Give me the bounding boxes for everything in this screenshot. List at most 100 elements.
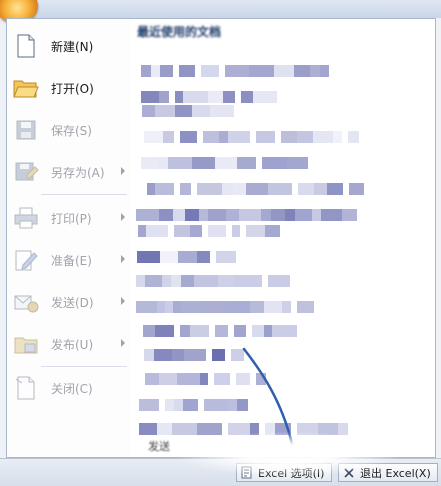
menu-item-print[interactable]: 打印(P) bbox=[9, 199, 129, 237]
mosaic-block bbox=[159, 373, 177, 385]
mosaic-block bbox=[139, 399, 159, 411]
mosaic-block bbox=[143, 325, 155, 337]
mosaic-block bbox=[215, 157, 237, 169]
prepare-pen-icon bbox=[11, 245, 41, 275]
mosaic-block bbox=[237, 157, 256, 169]
menu-item-publish[interactable]: 发布(U) bbox=[9, 325, 129, 363]
mosaic-block bbox=[236, 373, 250, 385]
mosaic-block bbox=[192, 157, 215, 169]
menu-item-close[interactable]: 关闭(C) bbox=[9, 369, 129, 407]
mosaic-block bbox=[137, 251, 160, 263]
mosaic-block bbox=[297, 131, 313, 143]
mosaic-block bbox=[250, 423, 259, 435]
mosaic-block bbox=[262, 157, 287, 169]
options-document-icon bbox=[240, 466, 254, 480]
mosaic-block bbox=[321, 209, 342, 221]
mosaic-block bbox=[232, 225, 240, 237]
mosaic-block bbox=[180, 325, 190, 337]
mosaic-block bbox=[314, 183, 327, 195]
mosaic-block bbox=[173, 209, 185, 221]
mosaic-block bbox=[226, 301, 250, 313]
mosaic-block bbox=[271, 209, 285, 221]
mosaic-block bbox=[154, 349, 172, 361]
menu-footer: Excel 选项(I) 退出 Excel(X) bbox=[0, 458, 441, 486]
mosaic-block bbox=[268, 183, 292, 195]
mosaic-block bbox=[234, 325, 246, 337]
send-icon bbox=[11, 287, 41, 317]
mosaic-block bbox=[139, 423, 157, 435]
mosaic-block bbox=[138, 225, 146, 237]
mosaic-block bbox=[268, 275, 290, 287]
mosaic-block bbox=[175, 105, 183, 117]
mosaic-block bbox=[141, 157, 158, 169]
mosaic-block bbox=[142, 105, 155, 117]
mosaic-block bbox=[204, 399, 228, 411]
mosaic-block bbox=[219, 131, 228, 143]
mosaic-block bbox=[320, 65, 329, 77]
mosaic-block bbox=[183, 105, 192, 117]
mosaic-block bbox=[338, 423, 348, 435]
exit-icon bbox=[342, 466, 356, 480]
recent-documents-title: 最近使用的文档 bbox=[137, 25, 222, 39]
mosaic-block bbox=[183, 91, 208, 103]
mosaic-block bbox=[281, 131, 297, 143]
mosaic-block bbox=[155, 105, 175, 117]
menu-item-prepare[interactable]: 准备(E) bbox=[9, 241, 129, 279]
mosaic-block bbox=[246, 225, 265, 237]
menu-separator bbox=[41, 194, 127, 195]
menu-item-send[interactable]: 发送(D) bbox=[9, 283, 129, 321]
mosaic-block bbox=[225, 65, 249, 77]
submenu-arrow-icon bbox=[121, 255, 125, 263]
mosaic-block bbox=[295, 209, 312, 221]
menu-label: 准备(E) bbox=[51, 253, 92, 268]
menu-item-save-as[interactable]: 另存为(A) bbox=[9, 153, 129, 191]
mosaic-block bbox=[312, 209, 321, 221]
menu-item-open[interactable]: 打开(O) bbox=[9, 69, 129, 107]
mosaic-block bbox=[178, 251, 197, 263]
mosaic-block bbox=[327, 183, 343, 195]
mosaic-block bbox=[141, 65, 151, 77]
mosaic-block bbox=[208, 209, 226, 221]
mosaic-block bbox=[250, 301, 264, 313]
mosaic-block bbox=[212, 349, 225, 361]
publish-icon bbox=[11, 329, 41, 359]
mosaic-block bbox=[165, 399, 174, 411]
mosaic-block bbox=[155, 325, 174, 337]
mosaic-block bbox=[252, 325, 264, 337]
submenu-arrow-icon bbox=[121, 339, 125, 347]
office-menu-window: 新建(N) 打开(O) 保存(S) 另存为(A) 打印(P) 准备(E) 发送(… bbox=[0, 0, 441, 486]
mosaic-block bbox=[203, 131, 219, 143]
menu-label: 关闭(C) bbox=[51, 381, 93, 396]
mosaic-block bbox=[185, 209, 199, 221]
save-as-icon bbox=[11, 157, 41, 187]
mosaic-block bbox=[342, 209, 357, 221]
mosaic-block bbox=[264, 325, 272, 337]
menu-item-save[interactable]: 保存(S) bbox=[9, 111, 129, 149]
menu-item-new[interactable]: 新建(N) bbox=[9, 27, 129, 65]
mosaic-block bbox=[160, 251, 178, 263]
mosaic-block bbox=[145, 275, 162, 287]
excel-options-button[interactable]: Excel 选项(I) bbox=[236, 463, 332, 482]
mosaic-block bbox=[181, 301, 202, 313]
mosaic-block bbox=[272, 325, 297, 337]
mosaic-block bbox=[208, 225, 226, 237]
office-menu-panel: 新建(N) 打开(O) 保存(S) 另存为(A) 打印(P) 准备(E) 发送(… bbox=[6, 18, 436, 458]
recent-document-partial-label: 发送 bbox=[148, 440, 170, 453]
submenu-arrow-icon bbox=[121, 213, 125, 221]
mosaic-block bbox=[136, 209, 159, 221]
mosaic-block bbox=[171, 275, 181, 287]
mosaic-block bbox=[200, 373, 208, 385]
mosaic-block bbox=[253, 275, 262, 287]
recent-documents-pane: 最近使用的文档 bbox=[131, 19, 435, 457]
mosaic-block bbox=[184, 349, 206, 361]
submenu-arrow-icon bbox=[121, 167, 125, 175]
menu-commands: 新建(N) 打开(O) 保存(S) 另存为(A) 打印(P) 准备(E) 发送(… bbox=[7, 19, 132, 457]
mosaic-block bbox=[151, 65, 160, 77]
mosaic-block bbox=[155, 183, 174, 195]
mosaic-block bbox=[228, 399, 237, 411]
mosaic-block bbox=[265, 423, 275, 435]
menu-label: 另存为(A) bbox=[51, 165, 105, 180]
exit-excel-button[interactable]: 退出 Excel(X) bbox=[338, 463, 438, 482]
mosaic-block bbox=[214, 373, 230, 385]
mosaic-block bbox=[256, 373, 266, 385]
